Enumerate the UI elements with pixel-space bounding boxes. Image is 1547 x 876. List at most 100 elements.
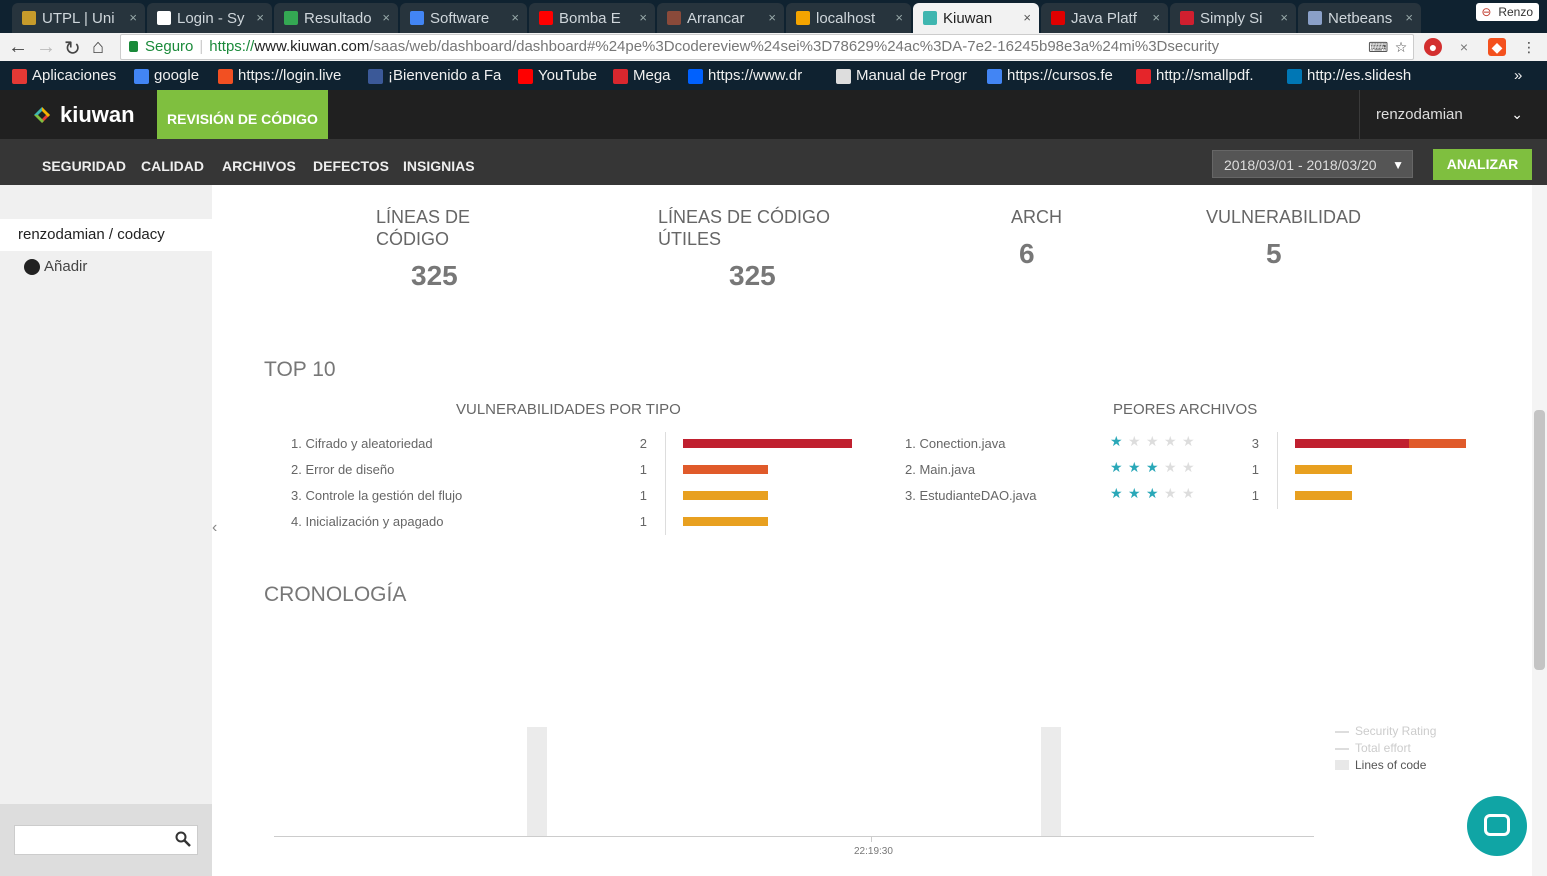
lines-of-code-bar — [527, 727, 547, 837]
github-icon — [24, 259, 40, 275]
vulnerability-type-label[interactable]: 1. Cifrado y aleatoriedad — [291, 436, 433, 451]
tab-title: Netbeans — [1328, 10, 1393, 27]
extension-icon[interactable]: ◆ — [1488, 38, 1506, 56]
close-icon[interactable]: × — [1152, 10, 1160, 25]
user-menu[interactable]: renzodamian ⌄ — [1359, 90, 1547, 139]
date-range-select[interactable]: 2018/03/01 - 2018/03/20 ▼ — [1212, 150, 1413, 178]
bookmark-item[interactable]: Aplicaciones — [12, 67, 116, 84]
tab-title: Simply Si — [1200, 10, 1263, 27]
analyze-button[interactable]: ANALIZAR — [1433, 149, 1532, 180]
worst-file-count: 3 — [1251, 436, 1259, 451]
nav-defects[interactable]: DEFECTOS — [313, 158, 389, 174]
bookmark-icon — [368, 69, 383, 84]
tab-code-review[interactable]: REVISIÓN DE CÓDIGO — [157, 90, 328, 139]
bookmark-item[interactable]: https://cursos.fe — [987, 67, 1113, 84]
tab-favicon-icon — [796, 11, 810, 25]
bookmark-label: http://es.slidesh — [1307, 67, 1412, 84]
bookmark-label: Manual de Progr — [856, 67, 967, 84]
tab-title: localhost — [816, 10, 876, 27]
browser-tab[interactable]: Kiuwan × — [913, 3, 1039, 33]
page-scrollbar[interactable] — [1532, 185, 1547, 876]
tab-title: Kiuwan — [943, 10, 993, 27]
legend-item[interactable]: Lines of code — [1335, 758, 1426, 772]
close-icon[interactable]: × — [382, 10, 390, 25]
kiuwan-logo[interactable]: kiuwan — [32, 102, 135, 128]
forward-icon[interactable]: → — [36, 36, 56, 59]
close-icon[interactable]: × — [129, 10, 137, 25]
bookmark-item[interactable]: Manual de Progr — [836, 67, 967, 84]
sidebar-item-repo[interactable]: renzodamian / codacy — [0, 219, 224, 251]
browser-tab[interactable]: Bomba E × — [529, 3, 655, 33]
back-icon[interactable]: ← — [8, 36, 28, 59]
browser-tab[interactable]: localhost × — [786, 3, 911, 33]
add-repo-link[interactable]: Añadir — [24, 258, 87, 275]
close-icon[interactable]: × — [639, 10, 647, 25]
bookmark-item[interactable]: https://login.live — [218, 67, 341, 84]
vulnerability-type-label[interactable]: 4. Inicialización y apagado — [291, 514, 444, 529]
extension-x-icon[interactable]: × — [1455, 38, 1473, 56]
menu-icon[interactable]: ⋮ — [1520, 38, 1538, 56]
profile-button[interactable]: Renzo — [1476, 3, 1539, 21]
lock-icon — [129, 41, 138, 52]
browser-tab[interactable]: Simply Si × — [1170, 3, 1296, 33]
vulnerability-count: 1 — [639, 514, 647, 529]
tab-favicon-icon — [539, 11, 553, 25]
vulnerability-type-label[interactable]: 3. Controle la gestión del flujo — [291, 488, 462, 503]
chat-button[interactable] — [1467, 796, 1527, 856]
browser-tab[interactable]: Arrancar × — [657, 3, 784, 33]
search-input[interactable] — [14, 825, 198, 855]
close-icon[interactable]: × — [768, 10, 776, 25]
worst-file-label[interactable]: 1. Conection.java — [905, 436, 1005, 451]
adblock-icon[interactable]: ● — [1424, 38, 1442, 56]
metric-value-vulnerabilities: 5 — [1266, 238, 1282, 269]
legend-item[interactable]: Security Rating — [1335, 724, 1436, 738]
bookmark-item[interactable]: google — [134, 67, 199, 84]
worst-file-bar — [1409, 439, 1466, 448]
search-icon[interactable] — [175, 831, 191, 847]
scrollbar-thumb[interactable] — [1534, 410, 1545, 670]
close-icon[interactable]: × — [256, 10, 264, 25]
nav-security[interactable]: SEGURIDAD — [42, 158, 126, 174]
browser-tab[interactable]: UTPL | Uni × — [12, 3, 145, 33]
nav-quality[interactable]: CALIDAD — [141, 158, 204, 174]
bookmark-icon — [518, 69, 533, 84]
close-icon[interactable]: × — [895, 10, 903, 25]
browser-tab[interactable]: Resultado × — [274, 3, 398, 33]
close-icon[interactable]: × — [1023, 10, 1031, 25]
reload-icon[interactable]: ↻ — [64, 36, 81, 61]
bookmark-item[interactable]: http://smallpdf. — [1136, 67, 1254, 84]
bookmark-star-icon[interactable]: ☆ — [1392, 38, 1410, 56]
close-icon[interactable]: × — [511, 10, 519, 25]
username: renzodamian — [1376, 106, 1463, 123]
translate-icon[interactable]: ⌨ — [1368, 38, 1388, 56]
lines-of-code-bar — [1041, 727, 1061, 837]
rating-star-icon: ★ — [1146, 433, 1159, 449]
browser-tab[interactable]: Software × — [400, 3, 527, 33]
bookmark-item[interactable]: https://www.dr — [688, 67, 802, 84]
collapse-sidebar-icon[interactable]: ‹ — [212, 519, 217, 537]
legend-item[interactable]: Total effort — [1335, 741, 1411, 755]
worst-file-label[interactable]: 2. Main.java — [905, 462, 975, 477]
bookmark-item[interactable]: http://es.slidesh — [1287, 67, 1411, 84]
browser-tab[interactable]: Login - Sy × — [147, 3, 272, 33]
home-icon[interactable]: ⌂ — [92, 36, 104, 59]
worst-file-label[interactable]: 3. EstudianteDAO.java — [905, 488, 1037, 503]
bookmarks-more-icon[interactable]: » — [1494, 67, 1522, 84]
secure-label: Seguro — [145, 38, 194, 55]
vulnerability-bar — [683, 439, 852, 448]
bookmark-item[interactable]: ¡Bienvenido a Fa — [368, 67, 501, 84]
bookmark-item[interactable]: YouTube — [518, 67, 597, 84]
nav-badges[interactable]: INSIGNIAS — [403, 158, 475, 174]
vulnerability-type-label[interactable]: 2. Error de diseño — [291, 462, 394, 477]
bookmark-icon — [987, 69, 1002, 84]
sidebar-search-area — [0, 804, 212, 876]
close-icon[interactable]: × — [1405, 10, 1413, 25]
close-icon[interactable]: × — [1280, 10, 1288, 25]
browser-tab[interactable]: Netbeans × — [1298, 3, 1421, 33]
nav-files[interactable]: ARCHIVOS — [222, 158, 296, 174]
browser-tab[interactable]: Java Platf × — [1041, 3, 1168, 33]
bookmark-item[interactable]: Mega — [613, 67, 671, 84]
bookmark-label: ¡Bienvenido a Fa — [388, 67, 502, 84]
worst-file-bar — [1295, 465, 1352, 474]
address-bar[interactable]: Seguro | https://www.kiuwan.com/saas/web/d… — [120, 34, 1414, 60]
